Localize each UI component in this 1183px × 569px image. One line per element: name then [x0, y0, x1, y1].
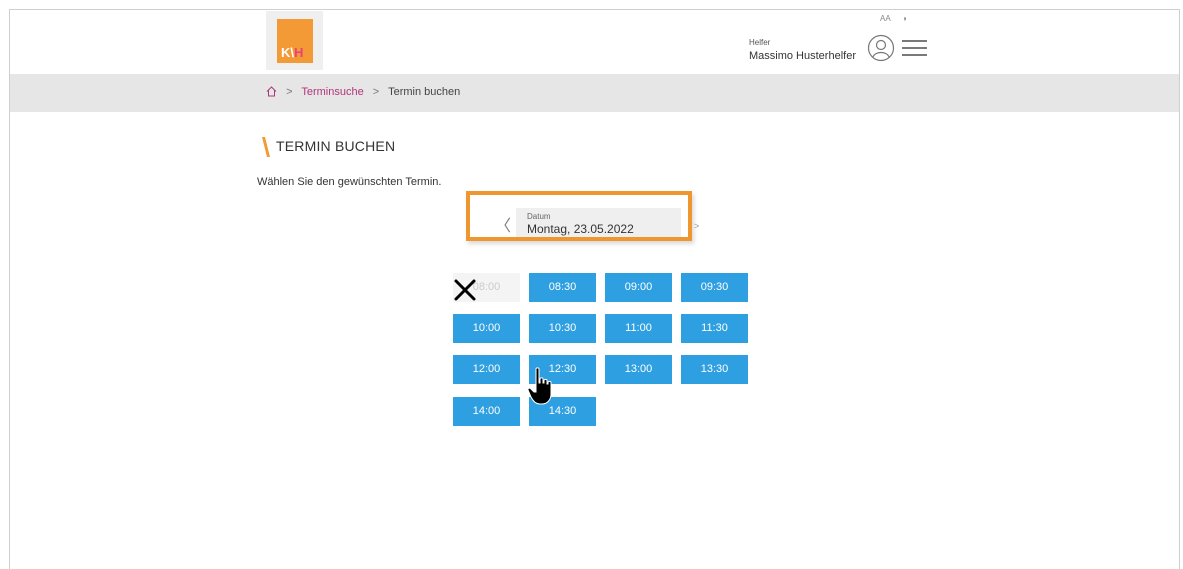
time-slot[interactable]: 08:30: [529, 273, 596, 302]
app-logo[interactable]: K\H: [266, 11, 323, 70]
user-name: Massimo Husterhelfer: [749, 50, 856, 62]
logo-text-main: K\: [281, 45, 294, 60]
accessibility-tools: AA ◑: [880, 14, 916, 23]
time-slot[interactable]: 13:30: [681, 355, 748, 384]
contrast-toggle-icon[interactable]: ◑: [902, 14, 907, 23]
user-avatar-icon[interactable]: [867, 34, 895, 62]
title-accent-slash: [262, 137, 270, 157]
logo-text: K\H: [281, 45, 303, 60]
font-size-toggle[interactable]: AA: [880, 14, 891, 23]
time-slot[interactable]: 13:00: [605, 355, 672, 384]
breadcrumb-current: Termin buchen: [388, 86, 461, 98]
page-title: TERMIN BUCHEN: [276, 138, 396, 154]
time-slot[interactable]: 14:00: [453, 397, 520, 426]
time-slot[interactable]: 09:00: [605, 273, 672, 302]
next-date-button[interactable]: >: [694, 221, 699, 231]
logo-badge: K\H: [277, 19, 313, 63]
home-icon[interactable]: [266, 86, 277, 97]
instruction-text: Wählen Sie den gewünschten Termin.: [257, 176, 442, 188]
time-slot[interactable]: 11:30: [681, 314, 748, 343]
time-slot[interactable]: 10:30: [529, 314, 596, 343]
breadcrumb-separator: >: [286, 86, 293, 98]
breadcrumb-terminsuche-link[interactable]: Terminsuche: [301, 86, 363, 98]
breadcrumb-separator: >: [372, 86, 380, 98]
breadcrumb-bar: > Terminsuche > Termin buchen: [10, 74, 1179, 112]
breadcrumb: > Terminsuche > Termin buchen: [266, 86, 460, 98]
hand-pointer-icon: [527, 367, 552, 405]
date-highlight-box: [466, 191, 692, 241]
time-slot[interactable]: 12:00: [453, 355, 520, 384]
time-slot[interactable]: 11:00: [605, 314, 672, 343]
time-slot[interactable]: 10:00: [453, 314, 520, 343]
unavailable-x-icon: [454, 279, 476, 301]
hamburger-menu-icon[interactable]: [902, 40, 927, 58]
logo-text-accent: H: [294, 45, 304, 60]
user-role: Helfer: [749, 38, 771, 47]
time-slot[interactable]: 09:30: [681, 273, 748, 302]
